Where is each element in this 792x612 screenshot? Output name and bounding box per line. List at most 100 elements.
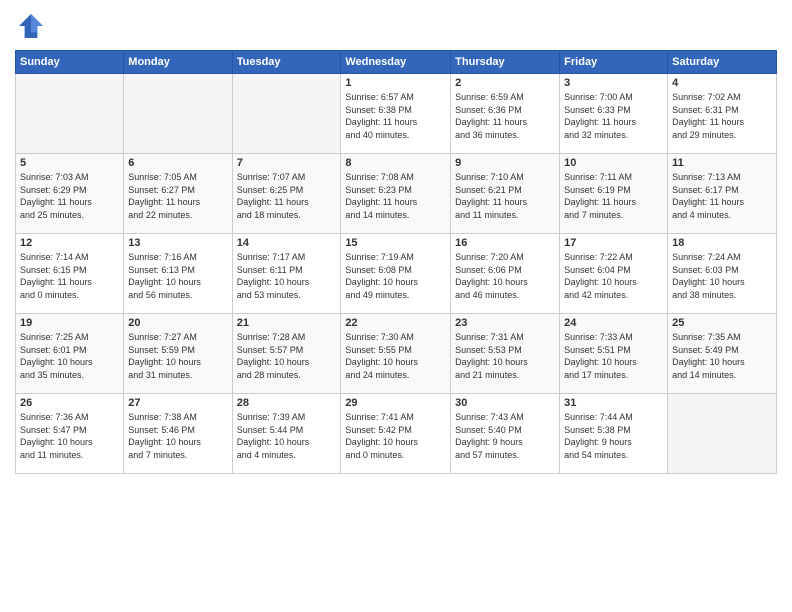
day-number: 16: [455, 237, 555, 249]
weekday-header: Friday: [560, 51, 668, 74]
calendar-cell: 5Sunrise: 7:03 AM Sunset: 6:29 PM Daylig…: [16, 154, 124, 234]
day-info: Sunrise: 7:05 AM Sunset: 6:27 PM Dayligh…: [128, 171, 227, 221]
day-number: 7: [237, 157, 337, 169]
calendar-cell: 9 Sunrise: 7:10 AM Sunset: 6:21 PM Daylig…: [451, 154, 560, 234]
day-info: Sunrise: 7:27 AM Sunset: 5:59 PM Dayligh…: [128, 331, 227, 381]
calendar-cell: 4 Sunrise: 7:02 AM Sunset: 6:31 PM Daylig…: [668, 74, 777, 154]
calendar-cell: 22 Sunrise: 7:30 AM Sunset: 5:55 PM Dayli…: [341, 314, 451, 394]
calendar-cell: 13Sunrise: 7:16 AM Sunset: 6:13 PM Dayli…: [124, 234, 232, 314]
day-number: 14: [237, 237, 337, 249]
calendar-cell: 10Sunrise: 7:11 AM Sunset: 6:19 PM Dayli…: [560, 154, 668, 234]
day-info: Sunrise: 6:57 AM Sunset: 6:38 PM Dayligh…: [345, 91, 446, 141]
day-info: Sunrise: 7:30 AM Sunset: 5:55 PM Dayligh…: [345, 331, 446, 381]
calendar-cell: 18Sunrise: 7:24 AM Sunset: 6:03 PM Dayli…: [668, 234, 777, 314]
day-number: 1: [345, 77, 446, 89]
calendar-cell: 7 Sunrise: 7:07 AM Sunset: 6:25 PM Daylig…: [232, 154, 341, 234]
day-info: Sunrise: 7:35 AM Sunset: 5:49 PM Dayligh…: [672, 331, 772, 381]
day-info: Sunrise: 7:17 AM Sunset: 6:11 PM Dayligh…: [237, 251, 337, 301]
day-number: 17: [564, 237, 663, 249]
calendar-cell: 16 Sunrise: 7:20 AM Sunset: 6:06 PM Dayli…: [451, 234, 560, 314]
calendar-cell: 19 Sunrise: 7:25 AM Sunset: 6:01 PM Dayli…: [16, 314, 124, 394]
day-info: Sunrise: 7:03 AM Sunset: 6:29 PM Dayligh…: [20, 171, 119, 221]
calendar-cell: 25 Sunrise: 7:35 AM Sunset: 5:49 PM Dayli…: [668, 314, 777, 394]
day-number: 4: [672, 77, 772, 89]
day-info: Sunrise: 7:22 AM Sunset: 6:04 PM Dayligh…: [564, 251, 663, 301]
calendar-cell: 6 Sunrise: 7:05 AM Sunset: 6:27 PM Daylig…: [124, 154, 232, 234]
calendar-cell: 12 Sunrise: 7:14 AM Sunset: 6:15 PM Dayli…: [16, 234, 124, 314]
calendar-cell: 2 Sunrise: 6:59 AM Sunset: 6:36 PM Daylig…: [451, 74, 560, 154]
calendar-cell: 27 Sunrise: 7:38 AM Sunset: 5:46 PM Dayli…: [124, 394, 232, 474]
day-info: Sunrise: 7:02 AM Sunset: 6:31 PM Dayligh…: [672, 91, 772, 141]
day-info: Sunrise: 7:36 AM Sunset: 5:47 PM Dayligh…: [20, 411, 119, 461]
day-number: 24: [564, 317, 663, 329]
day-number: 6: [128, 157, 227, 169]
day-info: Sunrise: 7:31 AM Sunset: 5:53 PM Dayligh…: [455, 331, 555, 381]
weekday-header: Sunday: [16, 51, 124, 74]
day-number: 26: [20, 397, 119, 409]
calendar-cell: 3Sunrise: 7:00 AM Sunset: 6:33 PM Daylig…: [560, 74, 668, 154]
day-info: Sunrise: 7:08 AM Sunset: 6:23 PM Dayligh…: [345, 171, 446, 221]
weekday-header: Saturday: [668, 51, 777, 74]
calendar-week-row: 5Sunrise: 7:03 AM Sunset: 6:29 PM Daylig…: [16, 154, 777, 234]
day-info: Sunrise: 7:38 AM Sunset: 5:46 PM Dayligh…: [128, 411, 227, 461]
day-info: Sunrise: 7:14 AM Sunset: 6:15 PM Dayligh…: [20, 251, 119, 301]
day-info: Sunrise: 7:20 AM Sunset: 6:06 PM Dayligh…: [455, 251, 555, 301]
calendar-cell: 8 Sunrise: 7:08 AM Sunset: 6:23 PM Daylig…: [341, 154, 451, 234]
day-number: 21: [237, 317, 337, 329]
calendar-week-row: 19 Sunrise: 7:25 AM Sunset: 6:01 PM Dayli…: [16, 314, 777, 394]
day-info: Sunrise: 7:10 AM Sunset: 6:21 PM Dayligh…: [455, 171, 555, 221]
day-number: 12: [20, 237, 119, 249]
day-number: 2: [455, 77, 555, 89]
calendar-cell: [124, 74, 232, 154]
day-info: Sunrise: 7:00 AM Sunset: 6:33 PM Dayligh…: [564, 91, 663, 141]
day-number: 15: [345, 237, 446, 249]
day-number: 22: [345, 317, 446, 329]
day-number: 27: [128, 397, 227, 409]
calendar-cell: 20Sunrise: 7:27 AM Sunset: 5:59 PM Dayli…: [124, 314, 232, 394]
calendar-cell: 26 Sunrise: 7:36 AM Sunset: 5:47 PM Dayli…: [16, 394, 124, 474]
page-header: [15, 10, 777, 42]
calendar-cell: 21 Sunrise: 7:28 AM Sunset: 5:57 PM Dayli…: [232, 314, 341, 394]
calendar-cell: 28 Sunrise: 7:39 AM Sunset: 5:44 PM Dayli…: [232, 394, 341, 474]
logo-icon: [15, 10, 47, 42]
day-info: Sunrise: 7:19 AM Sunset: 6:08 PM Dayligh…: [345, 251, 446, 301]
calendar-cell: [668, 394, 777, 474]
day-number: 9: [455, 157, 555, 169]
calendar-week-row: 26 Sunrise: 7:36 AM Sunset: 5:47 PM Dayli…: [16, 394, 777, 474]
weekday-header: Wednesday: [341, 51, 451, 74]
day-info: Sunrise: 7:25 AM Sunset: 6:01 PM Dayligh…: [20, 331, 119, 381]
day-info: Sunrise: 7:39 AM Sunset: 5:44 PM Dayligh…: [237, 411, 337, 461]
calendar-cell: 17 Sunrise: 7:22 AM Sunset: 6:04 PM Dayli…: [560, 234, 668, 314]
day-info: Sunrise: 7:28 AM Sunset: 5:57 PM Dayligh…: [237, 331, 337, 381]
calendar-cell: 31Sunrise: 7:44 AM Sunset: 5:38 PM Dayli…: [560, 394, 668, 474]
calendar-cell: 30Sunrise: 7:43 AM Sunset: 5:40 PM Dayli…: [451, 394, 560, 474]
calendar-week-row: 12 Sunrise: 7:14 AM Sunset: 6:15 PM Dayli…: [16, 234, 777, 314]
day-info: Sunrise: 7:07 AM Sunset: 6:25 PM Dayligh…: [237, 171, 337, 221]
weekday-header: Tuesday: [232, 51, 341, 74]
calendar-cell: 23Sunrise: 7:31 AM Sunset: 5:53 PM Dayli…: [451, 314, 560, 394]
day-info: Sunrise: 7:33 AM Sunset: 5:51 PM Dayligh…: [564, 331, 663, 381]
logo: [15, 10, 51, 42]
day-number: 8: [345, 157, 446, 169]
calendar-cell: 15 Sunrise: 7:19 AM Sunset: 6:08 PM Dayli…: [341, 234, 451, 314]
day-info: Sunrise: 7:43 AM Sunset: 5:40 PM Dayligh…: [455, 411, 555, 461]
calendar-cell: 1 Sunrise: 6:57 AM Sunset: 6:38 PM Daylig…: [341, 74, 451, 154]
day-number: 19: [20, 317, 119, 329]
calendar-cell: 14 Sunrise: 7:17 AM Sunset: 6:11 PM Dayli…: [232, 234, 341, 314]
day-number: 25: [672, 317, 772, 329]
calendar-cell: [16, 74, 124, 154]
day-number: 13: [128, 237, 227, 249]
day-number: 29: [345, 397, 446, 409]
calendar-table: SundayMondayTuesdayWednesdayThursdayFrid…: [15, 50, 777, 474]
calendar-cell: 29 Sunrise: 7:41 AM Sunset: 5:42 PM Dayli…: [341, 394, 451, 474]
calendar-cell: [232, 74, 341, 154]
weekday-header: Thursday: [451, 51, 560, 74]
day-info: Sunrise: 7:13 AM Sunset: 6:17 PM Dayligh…: [672, 171, 772, 221]
calendar-week-row: 1 Sunrise: 6:57 AM Sunset: 6:38 PM Daylig…: [16, 74, 777, 154]
day-number: 11: [672, 157, 772, 169]
day-number: 31: [564, 397, 663, 409]
day-info: Sunrise: 7:41 AM Sunset: 5:42 PM Dayligh…: [345, 411, 446, 461]
day-number: 28: [237, 397, 337, 409]
day-info: Sunrise: 6:59 AM Sunset: 6:36 PM Dayligh…: [455, 91, 555, 141]
day-number: 18: [672, 237, 772, 249]
